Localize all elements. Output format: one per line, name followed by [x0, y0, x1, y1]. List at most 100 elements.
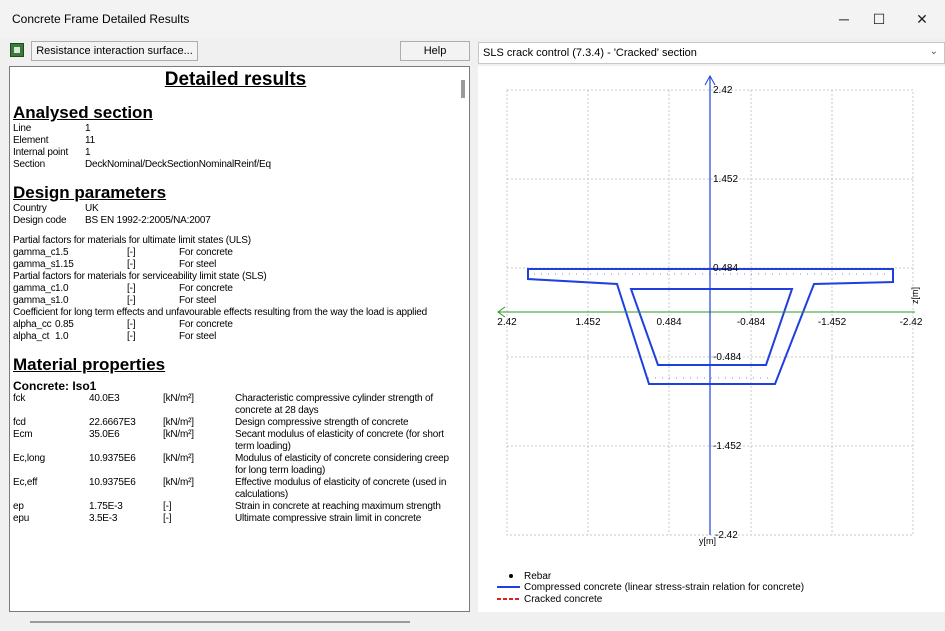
- table-cell: 1.0: [55, 295, 69, 306]
- report-content: Detailed results Analysed section Line 1 E…: [13, 67, 458, 525]
- table-cell: 1.75E-3: [89, 501, 123, 512]
- table-row: Design code BS EN 1992-2:2005/NA:2007: [13, 215, 458, 227]
- table-cell: For concrete: [179, 319, 233, 330]
- table-cell: Ec,eff: [13, 477, 38, 488]
- table-row: fcd 22.6667E3 [kN/m²] Design compressive st…: [13, 417, 458, 429]
- y-tick-label: -1.452: [713, 441, 742, 452]
- table-cell: 3.5E-3: [89, 513, 118, 524]
- y-tick-label: 0.484: [713, 263, 738, 274]
- table-cell: Ec,long: [13, 453, 45, 464]
- rebar-legend-marker: [509, 574, 513, 578]
- legend-label: Cracked concrete: [524, 594, 603, 605]
- analysed-section-table: Line 1 Element 11 Internal point 1 Section Deck…: [13, 123, 458, 171]
- close-button[interactable]: ✕: [905, 8, 939, 30]
- table-cell: DeckNominal/DeckSectionNominalReinf/Equi…: [85, 159, 271, 170]
- help-button[interactable]: Help: [400, 41, 470, 61]
- table-cell: Internal point: [13, 147, 69, 158]
- table-row: gamma_s 1.15 [-] For steel: [13, 259, 458, 271]
- table-row: Element 11: [13, 135, 458, 147]
- z-axis-label: z[m]: [910, 287, 920, 304]
- design-parameters-table: Country UK Design code BS EN 1992-2:2005/NA…: [13, 203, 458, 227]
- table-cell: 11: [85, 135, 95, 146]
- table-cell: epu: [13, 513, 30, 524]
- title-bar: Concrete Frame Detailed Results ─ ☐ ✕: [0, 0, 945, 38]
- y-tick-label: 2.42: [713, 85, 733, 96]
- maximize-button[interactable]: ☐: [862, 8, 896, 30]
- table-cell: [-]: [163, 513, 172, 524]
- table-cell: [-]: [127, 331, 136, 342]
- table-cell: [-]: [127, 259, 136, 270]
- table-cell: Section: [13, 159, 45, 170]
- table-row: fck 40.0E3 [kN/m²] Characteristic compressi…: [13, 393, 458, 417]
- minimize-button[interactable]: ─: [827, 8, 861, 30]
- concrete-material-title: Concrete: Iso1: [13, 379, 97, 393]
- table-cell: [-]: [127, 295, 136, 306]
- table-row: Ec,long 10.9375E6 [kN/m²] Modulus of elasti…: [13, 453, 458, 477]
- table-cell: Secant modulus of elasticity of concrete…: [235, 429, 444, 452]
- coefficient-table: alpha_cc 0.85 [-] For concrete alpha_ct 1.0 [-…: [13, 319, 458, 343]
- table-cell: fck: [13, 393, 26, 404]
- section-plot-panel[interactable]: 2.42 1.452 0.484 -0.484 -1.452 -2.42 2.4…: [478, 66, 945, 612]
- table-cell: 1: [85, 123, 91, 134]
- x-tick-label: 1.452: [575, 317, 600, 328]
- table-cell: [-]: [127, 283, 136, 294]
- table-row: alpha_ct 1.0 [-] For steel: [13, 331, 458, 343]
- coefficient-title: Coefficient for long term effects and un…: [13, 307, 427, 318]
- material-properties-heading: Material properties: [13, 355, 166, 374]
- table-cell: [kN/m²]: [163, 453, 194, 464]
- table-cell: alpha_ct: [13, 331, 50, 342]
- table-row: gamma_c 1.5 [-] For concrete: [13, 247, 458, 259]
- table-cell: 1.0: [55, 331, 69, 342]
- y-tick-label: -2.42: [715, 530, 738, 541]
- material-properties-table: fck 40.0E3 [kN/m²] Characteristic compressi…: [13, 393, 458, 525]
- legend-label: Rebar: [524, 571, 552, 582]
- table-cell: [kN/m²]: [163, 477, 194, 488]
- table-cell: 10.9375E6: [89, 477, 136, 488]
- table-cell: [kN/m²]: [163, 429, 194, 440]
- resistance-interaction-surface-button[interactable]: Resistance interaction surface...: [31, 41, 198, 61]
- table-cell: alpha_cc: [13, 319, 52, 330]
- vertical-scrollbar-thumb[interactable]: [461, 80, 465, 98]
- inner-void-outline: [629, 288, 794, 366]
- table-cell: Effective modulus of elasticity of concr…: [235, 477, 447, 500]
- table-cell: Characteristic compressive cylinder stre…: [235, 393, 433, 416]
- table-cell: For concrete: [179, 247, 233, 258]
- table-cell: Line: [13, 123, 32, 134]
- table-cell: Strain in concrete at reaching maximum s…: [235, 501, 441, 512]
- table-row: Internal point 1: [13, 147, 458, 159]
- section-plot: 2.42 1.452 0.484 -0.484 -1.452 -2.42 2.4…: [497, 74, 923, 605]
- horizontal-scrollbar-thumb[interactable]: [30, 621, 410, 623]
- y-tick-label: -0.484: [713, 352, 742, 363]
- table-cell: Design code: [13, 215, 67, 226]
- table-cell: Element: [13, 135, 49, 146]
- table-cell: gamma_s: [13, 259, 55, 270]
- table-row: ep 1.75E-3 [-] Strain in concrete at reachi…: [13, 501, 458, 513]
- table-cell: [-]: [127, 319, 136, 330]
- table-cell: 1: [85, 147, 91, 158]
- table-cell: gamma_c: [13, 283, 55, 294]
- table-cell: gamma_s: [13, 295, 55, 306]
- sls-factors-title: Partial factors for materials for servic…: [13, 271, 267, 282]
- table-cell: 10.9375E6: [89, 453, 136, 464]
- table-cell: 22.6667E3: [89, 417, 136, 428]
- report-panel[interactable]: Detailed results Analysed section Line 1 E…: [9, 66, 470, 612]
- table-row: gamma_c 1.0 [-] For concrete: [13, 283, 458, 295]
- table-cell: 0.85: [55, 319, 74, 330]
- table-cell: [-]: [163, 501, 172, 512]
- table-cell: 1.5: [55, 247, 69, 258]
- table-row: alpha_cc 0.85 [-] For concrete: [13, 319, 458, 331]
- legend-label: Compressed concrete (linear stress-strai…: [524, 582, 804, 593]
- window-title: Concrete Frame Detailed Results: [12, 12, 190, 26]
- result-type-select[interactable]: SLS crack control (7.3.4) - 'Cracked' se…: [478, 42, 945, 64]
- table-cell: Design compressive strength of concrete: [235, 417, 409, 428]
- table-row: Ec,eff 10.9375E6 [kN/m²] Effective modulus …: [13, 477, 458, 501]
- table-cell: [kN/m²]: [163, 417, 194, 428]
- x-tick-label: 0.484: [656, 317, 681, 328]
- table-cell: Ultimate compressive strain limit in con…: [235, 513, 422, 524]
- x-tick-label: -1.452: [818, 317, 847, 328]
- calculator-icon[interactable]: [10, 43, 24, 57]
- table-row: Country UK: [13, 203, 458, 215]
- table-row: gamma_s 1.0 [-] For steel: [13, 295, 458, 307]
- table-cell: 35.0E6: [89, 429, 120, 440]
- chevron-down-icon: ⌄: [929, 46, 938, 57]
